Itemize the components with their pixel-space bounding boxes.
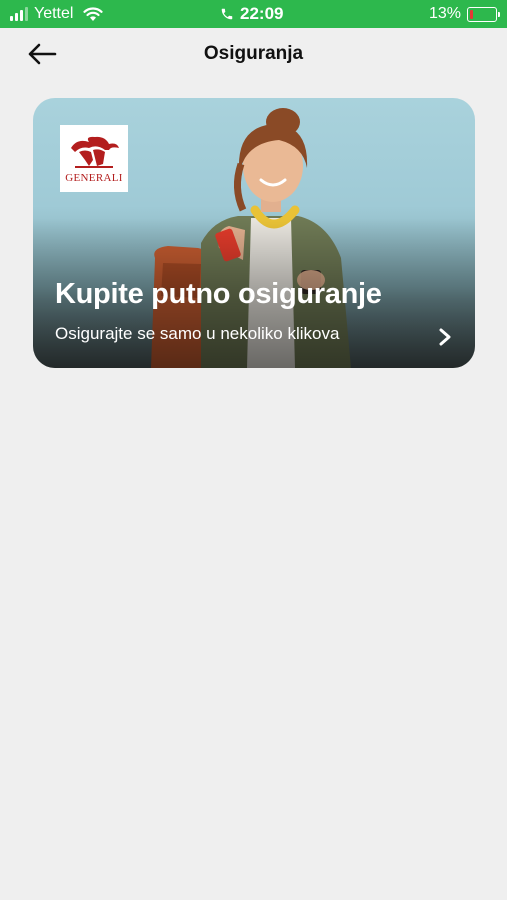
card-title: Kupite putno osiguranje [55, 278, 382, 310]
status-left: Yettel [10, 5, 104, 23]
carrier-name: Yettel [34, 5, 74, 22]
generali-logo: GENERALI [60, 125, 128, 192]
logo-text: GENERALI [65, 171, 123, 184]
travel-insurance-card[interactable]: GENERALI Kupite putno osiguranje Osigura… [33, 98, 475, 368]
lion-emblem-icon [71, 136, 119, 168]
clock: 22:09 [240, 4, 284, 23]
chevron-right-icon [439, 328, 451, 346]
signal-icon [10, 7, 28, 21]
page-title: Osiguranja [203, 43, 304, 64]
status-right: 13% [428, 5, 500, 23]
battery-level [470, 9, 473, 19]
wifi-icon [83, 6, 104, 21]
battery-icon [467, 6, 500, 22]
status-center: 22:09 [220, 4, 283, 24]
phone-icon [221, 8, 233, 20]
app-header: Osiguranja [0, 28, 507, 82]
battery-percent: 13% [428, 5, 461, 22]
status-bar: Yettel 22:09 13% [0, 0, 507, 28]
card-subtitle: Osigurajte se samo u nekoliko klikova [55, 324, 340, 343]
